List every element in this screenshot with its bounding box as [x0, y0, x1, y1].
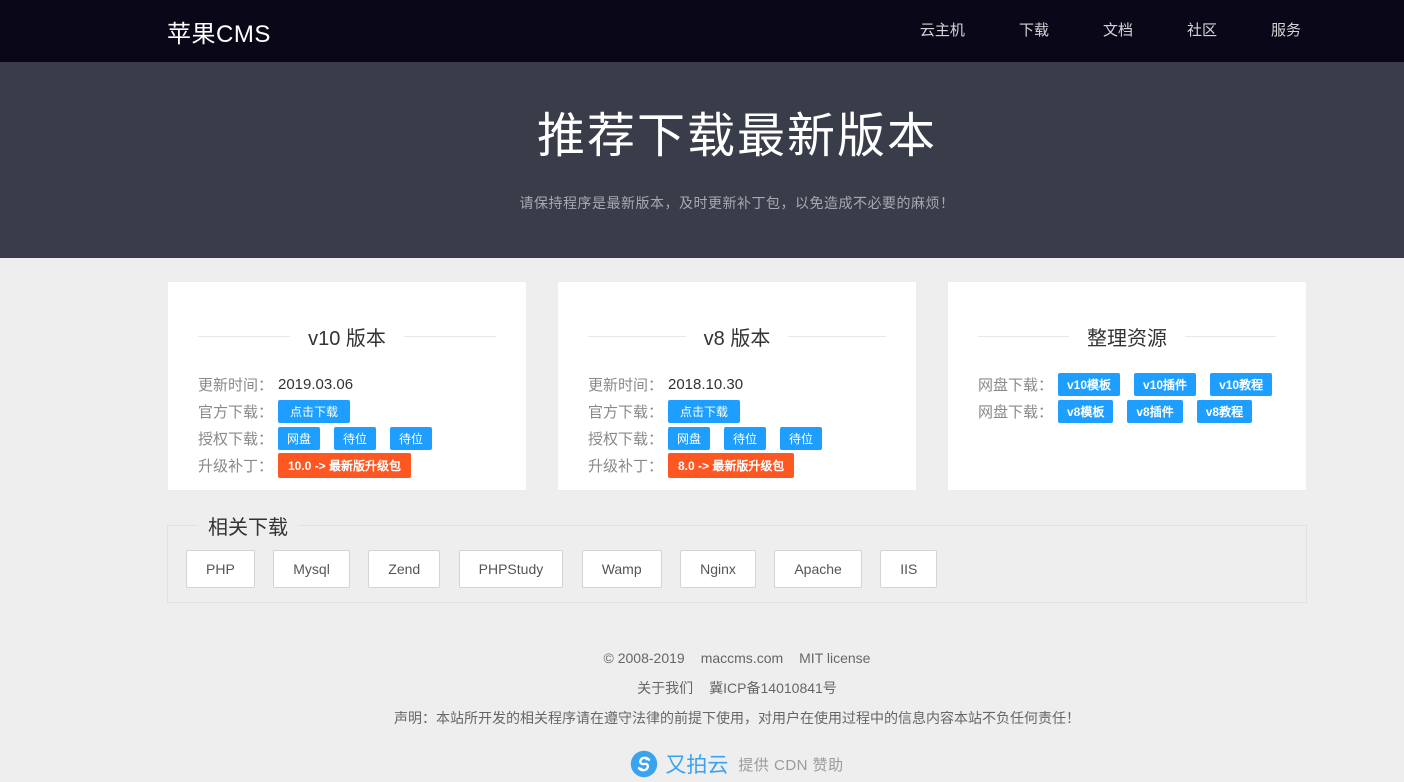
row-label: 网盘下载：	[978, 374, 1058, 395]
mirror-download-row: 授权下载： 网盘 待位 待位	[198, 425, 496, 452]
nav-item-download[interactable]: 下载	[992, 0, 1076, 62]
row-label: 更新时间：	[588, 374, 668, 395]
sponsor-caption: 提供 CDN 赞助	[738, 754, 843, 775]
row-label: 更新时间：	[198, 374, 278, 395]
main-content: v10 版本 更新时间： 2019.03.06 官方下载： 点击下载 授权下载：…	[0, 281, 1404, 779]
row-label: 升级补丁：	[588, 455, 668, 476]
card-resources: 整理资源 网盘下载： v10模板 v10插件 v10教程 网盘下载： v8模板 …	[947, 281, 1307, 491]
update-time-value: 2019.03.06	[278, 376, 353, 393]
related-downloads-title: 相关下载	[198, 511, 298, 540]
apache-download-button[interactable]: Apache	[774, 550, 861, 588]
netdisk-button[interactable]: 网盘	[668, 427, 710, 450]
nav-item-cloud-host[interactable]: 云主机	[893, 0, 992, 62]
row-label: 授权下载：	[588, 428, 668, 449]
hero-subtitle: 请保持程序是最新版本，及时更新补丁包，以免造成不必要的麻烦！	[167, 193, 1307, 213]
about-us-link[interactable]: 关于我们	[637, 680, 693, 696]
nginx-download-button[interactable]: Nginx	[680, 550, 756, 588]
placeholder-button[interactable]: 待位	[334, 427, 376, 450]
icp-license-link[interactable]: 冀ICP备14010841号	[709, 680, 837, 696]
copyright-line: © 2008-2019 maccms.com MIT license	[167, 643, 1307, 673]
disclaimer-text: 声明：本站所开发的相关程序请在遵守法律的前提下使用，对用户在使用过程中的信息内容…	[167, 703, 1307, 733]
official-download-row: 官方下载： 点击下载	[588, 398, 886, 425]
upgrade-patch-row: 升级补丁： 10.0 -> 最新版升级包	[198, 452, 496, 479]
row-label: 授权下载：	[198, 428, 278, 449]
v8-tutorial-button[interactable]: v8教程	[1197, 400, 1252, 423]
official-download-button[interactable]: 点击下载	[668, 400, 740, 423]
version-cards: v10 版本 更新时间： 2019.03.06 官方下载： 点击下载 授权下载：…	[167, 281, 1307, 491]
netdisk-v8-row: 网盘下载： v8模板 v8插件 v8教程	[978, 398, 1276, 425]
related-downloads-section: 相关下载 PHP Mysql Zend PHPStudy Wamp Nginx …	[167, 511, 1307, 603]
v10-template-button[interactable]: v10模板	[1058, 373, 1120, 396]
card-resources-title: 整理资源	[978, 322, 1276, 351]
cdn-sponsor: 又拍云 提供 CDN 赞助	[167, 749, 1307, 779]
netdisk-v10-row: 网盘下载： v10模板 v10插件 v10教程	[978, 371, 1276, 398]
nav-item-community[interactable]: 社区	[1160, 0, 1244, 62]
card-v8: v8 版本 更新时间： 2018.10.30 官方下载： 点击下载 授权下载： …	[557, 281, 917, 491]
top-navbar: 苹果CMS 云主机 下载 文档 社区 服务	[0, 0, 1404, 62]
php-download-button[interactable]: PHP	[186, 550, 255, 588]
update-time-row: 更新时间： 2019.03.06	[198, 371, 496, 398]
update-time-value: 2018.10.30	[668, 376, 743, 393]
nav-item-docs[interactable]: 文档	[1076, 0, 1160, 62]
hero-banner: 推荐下载最新版本 请保持程序是最新版本，及时更新补丁包，以免造成不必要的麻烦！	[0, 62, 1404, 258]
iis-download-button[interactable]: IIS	[880, 550, 937, 588]
row-label: 升级补丁：	[198, 455, 278, 476]
upgrade-patch-button[interactable]: 8.0 -> 最新版升级包	[668, 453, 794, 478]
phpstudy-download-button[interactable]: PHPStudy	[459, 550, 564, 588]
card-v10: v10 版本 更新时间： 2019.03.06 官方下载： 点击下载 授权下载：…	[167, 281, 527, 491]
upgrade-patch-row: 升级补丁： 8.0 -> 最新版升级包	[588, 452, 886, 479]
v10-tutorial-button[interactable]: v10教程	[1210, 373, 1272, 396]
official-download-row: 官方下载： 点击下载	[198, 398, 496, 425]
official-download-button[interactable]: 点击下载	[278, 400, 350, 423]
card-v8-title: v8 版本	[588, 322, 886, 351]
netdisk-button[interactable]: 网盘	[278, 427, 320, 450]
site-link[interactable]: maccms.com	[701, 650, 783, 666]
upyun-sponsor-link[interactable]: 又拍云	[665, 749, 728, 779]
card-title-text: 整理资源	[1087, 322, 1167, 351]
site-logo[interactable]: 苹果CMS	[167, 14, 271, 49]
card-v10-title: v10 版本	[198, 322, 496, 351]
hero-title: 推荐下载最新版本	[167, 62, 1307, 166]
v8-plugin-button[interactable]: v8插件	[1127, 400, 1182, 423]
wamp-download-button[interactable]: Wamp	[582, 550, 662, 588]
v10-plugin-button[interactable]: v10插件	[1134, 373, 1196, 396]
row-label: 网盘下载：	[978, 401, 1058, 422]
card-title-text: v10 版本	[308, 322, 386, 351]
page-footer: © 2008-2019 maccms.com MIT license 关于我们冀IC…	[167, 603, 1307, 779]
main-nav: 云主机 下载 文档 社区 服务	[893, 0, 1307, 62]
upyun-logo-icon[interactable]	[630, 750, 658, 778]
mirror-download-row: 授权下载： 网盘 待位 待位	[588, 425, 886, 452]
upgrade-patch-button[interactable]: 10.0 -> 最新版升级包	[278, 453, 411, 478]
mysql-download-button[interactable]: Mysql	[273, 550, 350, 588]
license-text: MIT license	[799, 650, 870, 666]
placeholder-button[interactable]: 待位	[724, 427, 766, 450]
row-label: 官方下载：	[588, 401, 668, 422]
about-line: 关于我们冀ICP备14010841号	[167, 673, 1307, 703]
update-time-row: 更新时间： 2018.10.30	[588, 371, 886, 398]
placeholder-button[interactable]: 待位	[390, 427, 432, 450]
card-title-text: v8 版本	[704, 322, 771, 351]
nav-item-service[interactable]: 服务	[1244, 0, 1307, 62]
copyright-text: © 2008-2019	[604, 650, 685, 666]
v8-template-button[interactable]: v8模板	[1058, 400, 1113, 423]
row-label: 官方下载：	[198, 401, 278, 422]
placeholder-button[interactable]: 待位	[780, 427, 822, 450]
zend-download-button[interactable]: Zend	[368, 550, 440, 588]
